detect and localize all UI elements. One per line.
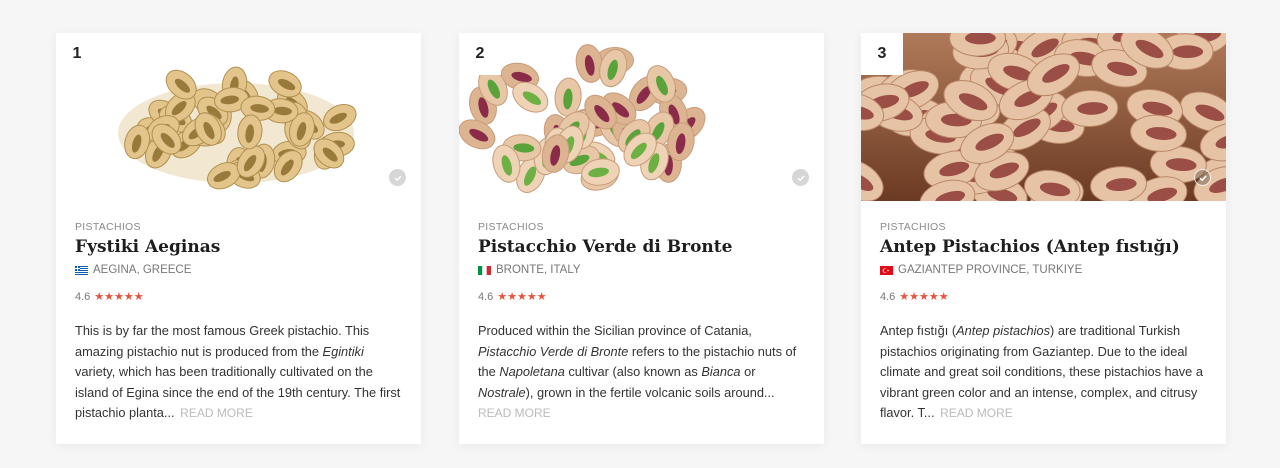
star-rating-icon: ★★★★★ xyxy=(497,291,547,303)
food-card[interactable]: 2 PISTACHIOS Pistacchio Verde di Bronte … xyxy=(459,33,824,444)
card-image[interactable]: 1 xyxy=(56,33,421,201)
origin[interactable]: BRONTE, ITALY xyxy=(478,264,805,276)
origin-label: AEGINA, GREECE xyxy=(93,264,192,276)
rating: 4.6 ★★★★★ xyxy=(75,290,402,304)
check-icon[interactable] xyxy=(389,169,406,186)
food-card[interactable]: 1 PISTACHIOS Fystiki Aeginas AEGINA, GRE… xyxy=(56,33,421,444)
pistachio-closeup-image xyxy=(861,33,1226,201)
read-more-link[interactable]: READ MORE xyxy=(478,406,551,420)
rating-value: 4.6 xyxy=(880,290,896,303)
greece-flag-icon xyxy=(75,265,88,275)
origin[interactable]: GAZIANTEP PROVINCE, TURKIYE xyxy=(880,264,1207,276)
star-rating-icon: ★★★★★ xyxy=(899,291,949,303)
pistachio-pile-image xyxy=(56,33,421,201)
check-icon[interactable] xyxy=(1194,169,1211,186)
category-label[interactable]: PISTACHIOS xyxy=(880,221,1207,233)
card-title[interactable]: Antep Pistachios (Antep fıstığı) xyxy=(880,236,1207,258)
pistachio-mixed-image xyxy=(459,33,824,201)
card-description: Produced within the Sicilian province of… xyxy=(478,323,797,420)
origin[interactable]: AEGINA, GREECE xyxy=(75,264,402,276)
card-description: This is by far the most famous Greek pis… xyxy=(75,323,401,420)
read-more-link[interactable]: READ MORE xyxy=(940,406,1013,420)
rating: 4.6 ★★★★★ xyxy=(478,290,805,304)
category-label[interactable]: PISTACHIOS xyxy=(75,221,402,233)
card-image[interactable]: 2 xyxy=(459,33,824,201)
food-card-list: 1 PISTACHIOS Fystiki Aeginas AEGINA, GRE… xyxy=(0,0,1280,468)
rating-value: 4.6 xyxy=(75,290,91,303)
check-icon[interactable] xyxy=(792,169,809,186)
category-label[interactable]: PISTACHIOS xyxy=(478,221,805,233)
card-description: Antep fıstığı (Antep pistachios) are tra… xyxy=(880,323,1203,420)
origin-label: BRONTE, ITALY xyxy=(496,264,581,276)
rank-badge: 3 xyxy=(861,33,903,75)
rank-badge: 1 xyxy=(56,33,98,75)
read-more-link[interactable]: READ MORE xyxy=(180,406,253,420)
card-title[interactable]: Pistacchio Verde di Bronte xyxy=(478,236,805,258)
turkey-flag-icon xyxy=(880,265,893,275)
card-title[interactable]: Fystiki Aeginas xyxy=(75,236,402,258)
rating-value: 4.6 xyxy=(478,290,494,303)
rating: 4.6 ★★★★★ xyxy=(880,290,1207,304)
rank-badge: 2 xyxy=(459,33,501,75)
star-rating-icon: ★★★★★ xyxy=(94,291,144,303)
origin-label: GAZIANTEP PROVINCE, TURKIYE xyxy=(898,264,1083,276)
card-image[interactable]: 3 xyxy=(861,33,1226,201)
food-card[interactable]: 3 PISTACHIOS Antep Pistachios (Antep fıs… xyxy=(861,33,1226,444)
italy-flag-icon xyxy=(478,265,491,275)
